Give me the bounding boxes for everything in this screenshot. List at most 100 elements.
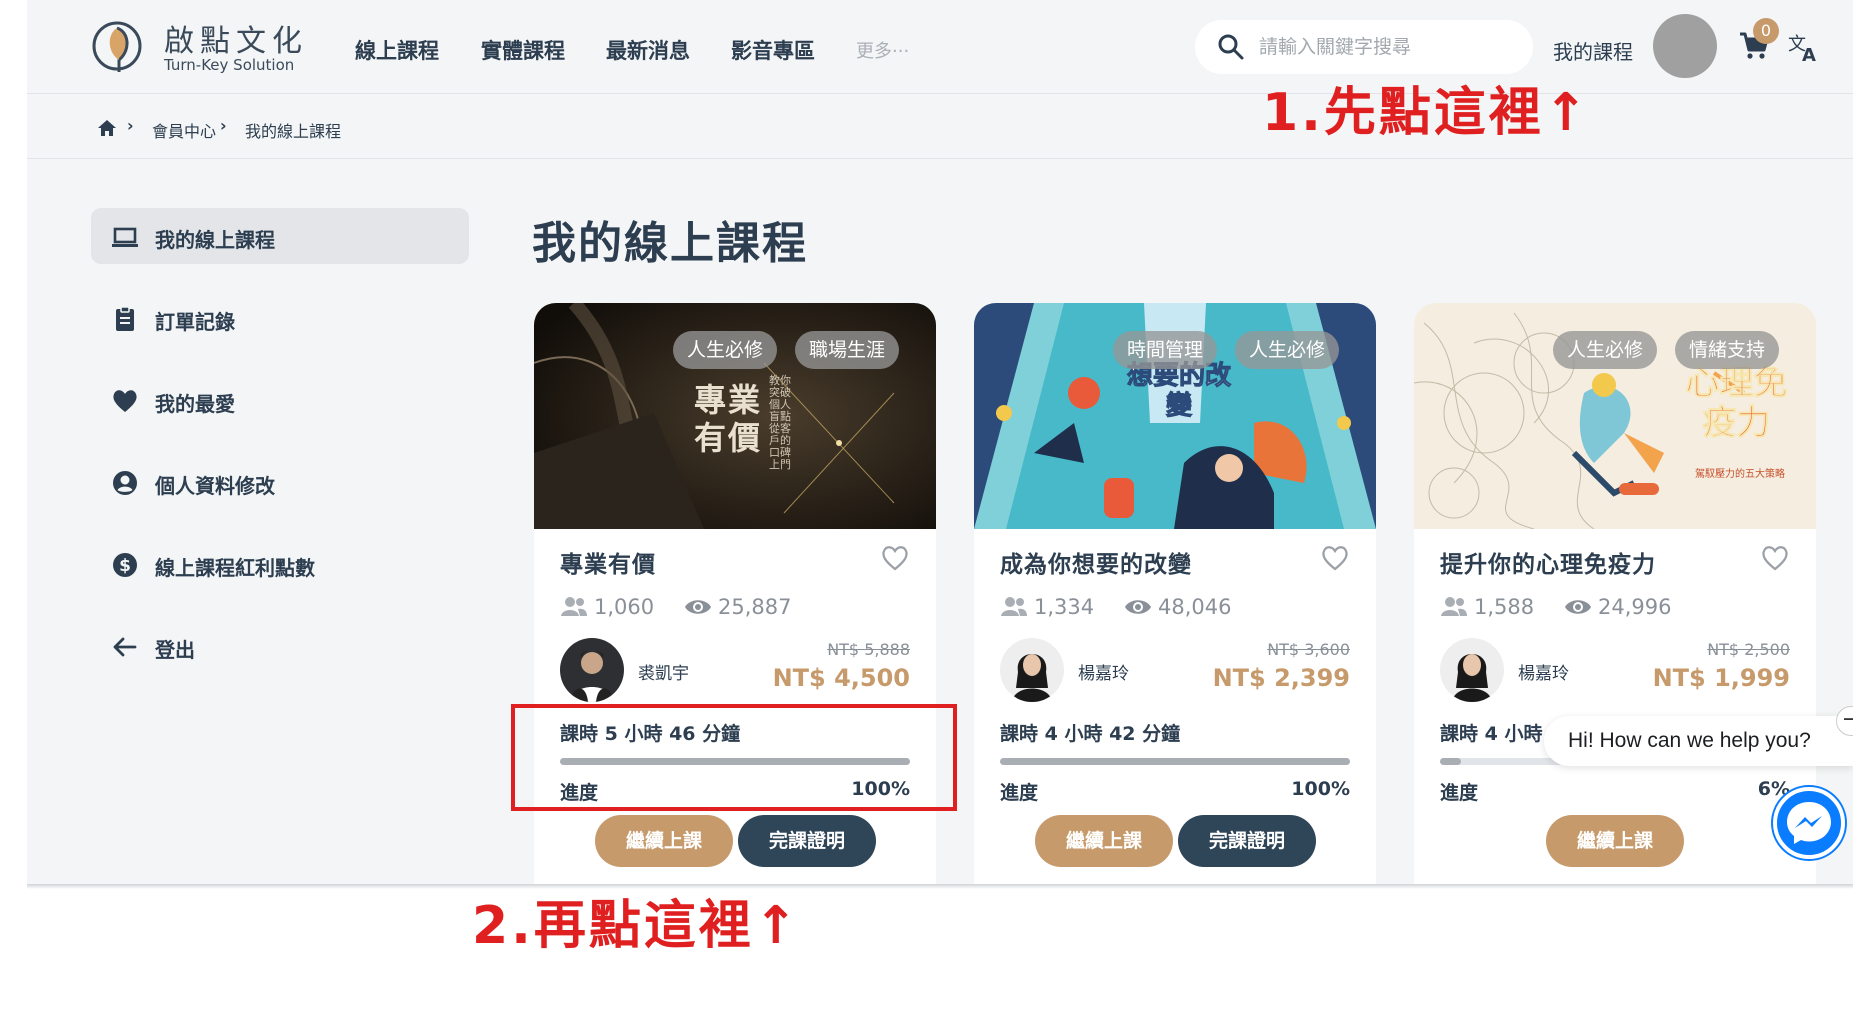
progress-label: 進度 bbox=[1000, 782, 1039, 804]
logo-icon[interactable] bbox=[89, 18, 149, 78]
teacher-photo[interactable] bbox=[560, 638, 624, 702]
course-tag[interactable]: 人生必修 bbox=[1553, 331, 1658, 369]
sidebar-item-my-online-courses[interactable]: 我的線上課程 bbox=[91, 208, 469, 264]
sale-price: NT$ 2,399 bbox=[1212, 664, 1350, 692]
original-price: NT$ 3,600 bbox=[1267, 640, 1350, 659]
views-count: 48,046 bbox=[1158, 595, 1232, 619]
annotation-highlight-box bbox=[511, 704, 957, 811]
course-tag[interactable]: 人生必修 bbox=[673, 331, 778, 369]
continue-course-button[interactable]: 繼續上課 bbox=[1546, 815, 1684, 867]
chevron-right-icon: › bbox=[220, 116, 227, 135]
completion-certificate-button[interactable]: 完課證明 bbox=[738, 815, 876, 867]
teacher-photo[interactable] bbox=[1000, 638, 1064, 702]
screenshot-bottom-shadow bbox=[27, 884, 1853, 889]
views-count: 24,996 bbox=[1598, 595, 1672, 619]
sidebar-item-label: 個人資料修改 bbox=[155, 474, 275, 498]
nav-news[interactable]: 最新消息 bbox=[606, 35, 690, 65]
original-price: NT$ 5,888 bbox=[827, 640, 910, 659]
sidebar-item-orders[interactable]: 訂單記錄 bbox=[91, 290, 469, 346]
completion-certificate-button[interactable]: 完課證明 bbox=[1178, 815, 1316, 867]
students-count: 1,060 bbox=[594, 595, 655, 619]
continue-course-button[interactable]: 繼續上課 bbox=[1035, 815, 1173, 867]
course-tag[interactable]: 時間管理 bbox=[1113, 331, 1218, 369]
annotation-step-1: 1.先點這裡↑ bbox=[1262, 83, 1591, 143]
heart-icon bbox=[113, 390, 137, 412]
logo-subtitle: Turn-Key Solution bbox=[164, 56, 295, 74]
progress-bar-fill bbox=[1000, 758, 1350, 765]
students-count: 1,588 bbox=[1474, 595, 1535, 619]
cart-count-badge: 0 bbox=[1753, 18, 1779, 44]
course-cover-title: 專業有價 bbox=[694, 381, 763, 457]
course-card[interactable]: 想要的改變 時間管理 人生必修 成為你想要的改變 1,334 48,046 楊嘉… bbox=[974, 303, 1376, 888]
views-count: 25,887 bbox=[718, 595, 792, 619]
svg-text:A: A bbox=[1802, 45, 1816, 64]
teacher-name[interactable]: 楊嘉玲 bbox=[1518, 659, 1569, 684]
teacher-name[interactable]: 楊嘉玲 bbox=[1078, 659, 1129, 684]
eye-icon bbox=[1125, 600, 1151, 614]
breadcrumb-member-center[interactable]: 會員中心 bbox=[152, 118, 216, 142]
course-cover-subtitle: 教你突破個人盲點 從客戶的口碑上門 bbox=[769, 374, 791, 471]
logo-title: 啟點文化 bbox=[164, 24, 308, 59]
sidebar-item-bonus-points[interactable]: $ 線上課程紅利點數 bbox=[91, 536, 469, 592]
clipboard-icon bbox=[116, 306, 134, 331]
sidebar-item-label: 我的最愛 bbox=[155, 392, 235, 416]
course-cover-subtitle: 駕馭壓力的五大策略 bbox=[1695, 469, 1785, 480]
translate-icon[interactable]: 文 A bbox=[1787, 30, 1821, 64]
progress-label: 進度 bbox=[1440, 782, 1479, 804]
page-title: 我的線上課程 bbox=[532, 218, 808, 269]
arrow-left-icon bbox=[113, 637, 137, 657]
nav-physical-courses[interactable]: 實體課程 bbox=[481, 35, 565, 65]
messenger-icon bbox=[1773, 787, 1845, 859]
course-title[interactable]: 專業有價 bbox=[560, 545, 656, 579]
annotation-step-2: 2.再點這裡↑ bbox=[472, 896, 801, 956]
course-card[interactable]: 心理免疫力 駕馭壓力的五大策略 人生必修 情緒支持 提升你的心理免疫力 1,58… bbox=[1414, 303, 1816, 888]
eye-icon bbox=[685, 600, 711, 614]
svg-text:$: $ bbox=[119, 556, 131, 576]
my-courses-link[interactable]: 我的課程 bbox=[1553, 36, 1633, 65]
progress-bar bbox=[1000, 758, 1350, 765]
sidebar-item-label: 訂單記錄 bbox=[155, 310, 235, 334]
course-tag[interactable]: 人生必修 bbox=[1235, 331, 1340, 369]
course-tag[interactable]: 職場生涯 bbox=[795, 331, 900, 369]
sale-price: NT$ 1,999 bbox=[1652, 664, 1790, 692]
nav-more[interactable]: 更多··· bbox=[856, 37, 909, 63]
students-icon bbox=[1441, 597, 1467, 616]
laptop-icon bbox=[112, 227, 138, 247]
chat-greeting-bubble[interactable]: Hi! How can we help you? bbox=[1544, 716, 1853, 766]
students-icon bbox=[561, 597, 587, 616]
search-icon[interactable] bbox=[1217, 33, 1245, 61]
students-count: 1,334 bbox=[1034, 595, 1095, 619]
continue-course-button[interactable]: 繼續上課 bbox=[595, 815, 733, 867]
course-title[interactable]: 成為你想要的改變 bbox=[1000, 545, 1192, 579]
nav-online-courses[interactable]: 線上課程 bbox=[355, 35, 439, 65]
sidebar-item-profile[interactable]: 個人資料修改 bbox=[91, 454, 469, 510]
heart-outline-icon[interactable] bbox=[1760, 543, 1790, 573]
course-duration: 課時 4 小時 bbox=[1440, 723, 1543, 745]
breadcrumb-current: 我的線上課程 bbox=[245, 122, 342, 141]
sidebar-item-favorites[interactable]: 我的最愛 bbox=[91, 372, 469, 428]
teacher-name[interactable]: 裘凱宇 bbox=[638, 659, 689, 684]
sidebar-item-label: 線上課程紅利點數 bbox=[155, 556, 315, 580]
avatar[interactable] bbox=[1653, 14, 1717, 78]
original-price: NT$ 2,500 bbox=[1707, 640, 1790, 659]
course-tag[interactable]: 情緒支持 bbox=[1675, 331, 1780, 369]
dollar-circle-icon: $ bbox=[113, 553, 137, 577]
search-box bbox=[1195, 20, 1533, 74]
sidebar-item-label: 登出 bbox=[155, 638, 195, 662]
account-circle-icon bbox=[113, 471, 137, 495]
messenger-button[interactable] bbox=[1771, 785, 1847, 861]
course-cover-title: 想要的改變 bbox=[1126, 361, 1231, 422]
chevron-right-icon: › bbox=[127, 116, 134, 135]
sidebar-item-logout[interactable]: 登出 bbox=[91, 618, 469, 674]
nav-video[interactable]: 影音專區 bbox=[731, 35, 815, 65]
sale-price: NT$ 4,500 bbox=[772, 664, 910, 692]
heart-outline-icon[interactable] bbox=[1320, 543, 1350, 573]
course-title[interactable]: 提升你的心理免疫力 bbox=[1440, 545, 1656, 579]
eye-icon bbox=[1565, 600, 1591, 614]
heart-outline-icon[interactable] bbox=[880, 543, 910, 573]
teacher-photo[interactable] bbox=[1440, 638, 1504, 702]
home-icon[interactable] bbox=[97, 118, 117, 138]
course-cover-title: 心理免疫力 bbox=[1685, 363, 1788, 444]
search-input[interactable] bbox=[1259, 20, 1519, 74]
sidebar-item-label: 我的線上課程 bbox=[155, 228, 275, 252]
